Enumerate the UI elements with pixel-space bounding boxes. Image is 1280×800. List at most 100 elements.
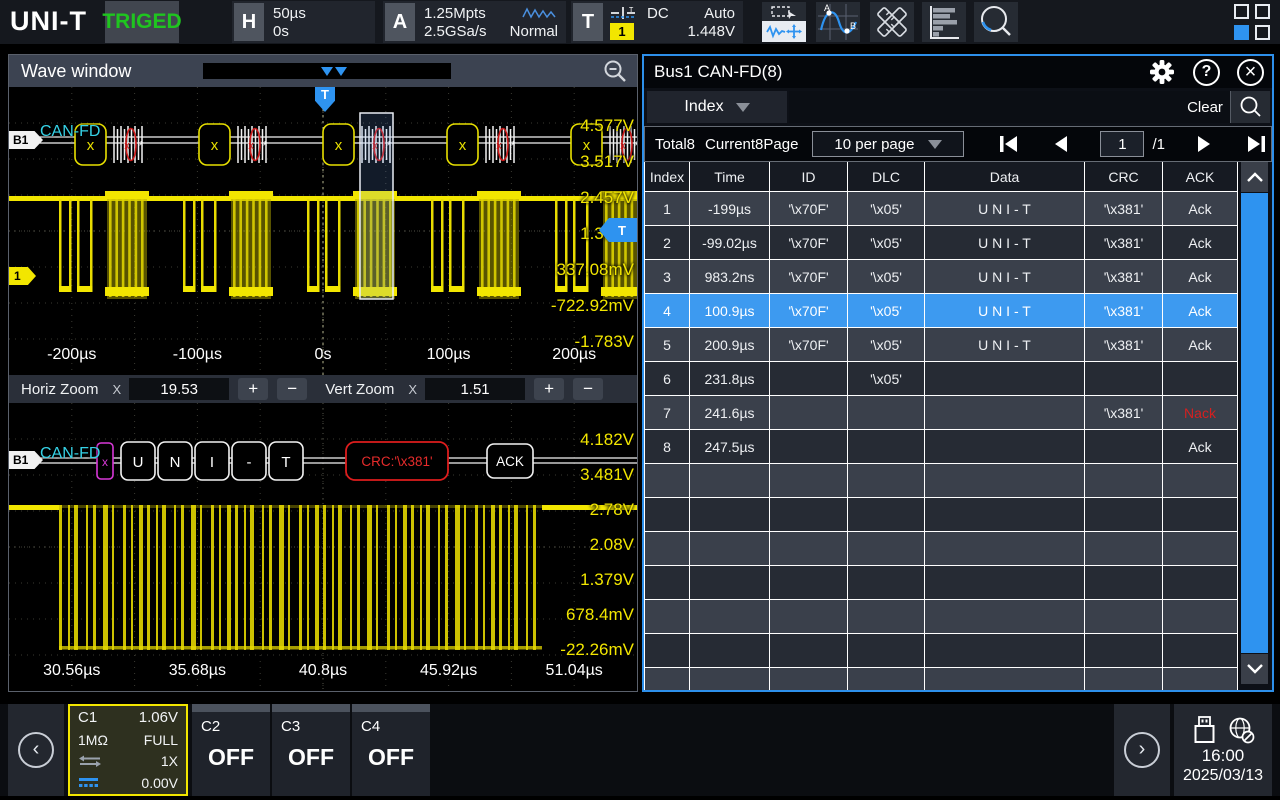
table-row[interactable]: [644, 600, 1238, 634]
table-cell: [770, 430, 848, 464]
table-cell: [690, 600, 770, 634]
scrollbar-thumb[interactable]: [1241, 193, 1268, 653]
table-cell: [1163, 362, 1238, 396]
memory-depth-value: 1.25Mpts: [424, 5, 486, 22]
last-page-button[interactable]: [1245, 134, 1267, 154]
horiz-zoom-plus-button[interactable]: +: [238, 378, 268, 400]
system-status-panel[interactable]: 16:00 2025/03/13: [1174, 704, 1272, 796]
channel-off-label: OFF: [352, 744, 430, 771]
table-row[interactable]: [644, 464, 1238, 498]
table-row[interactable]: [644, 634, 1238, 668]
time-label: 51.04µs: [526, 662, 622, 680]
table-row[interactable]: 6231.8µs'\x05': [644, 362, 1238, 396]
clear-button[interactable]: Clear: [1180, 91, 1230, 123]
vert-zoom-minus-button[interactable]: −: [573, 378, 603, 400]
scroll-channels-left-button[interactable]: ‹: [8, 704, 64, 796]
window-layout-button[interactable]: [1234, 4, 1270, 40]
dc-coupling-icon: [78, 777, 100, 788]
table-cell: 231.8µs: [690, 362, 770, 396]
vert-zoom-value[interactable]: 1.51: [425, 378, 525, 400]
horiz-zoom-minus-button[interactable]: −: [277, 378, 307, 400]
horizontal-position-bar[interactable]: [203, 63, 451, 79]
channel-card-c4[interactable]: C4OFF: [352, 704, 430, 796]
channel-bandwidth: FULL: [144, 732, 178, 748]
table-cell: [925, 430, 1085, 464]
page-number-input[interactable]: 1: [1100, 131, 1144, 157]
svg-text:*: *: [634, 138, 637, 153]
magnifier-icon: [974, 2, 1018, 42]
select-pan-tool-button[interactable]: [762, 2, 806, 42]
prev-page-button[interactable]: [1052, 134, 1070, 154]
first-page-button[interactable]: [998, 134, 1020, 154]
table-row[interactable]: 5200.9µs'\x70F''\x05'U N I - T'\x381'Ack: [644, 328, 1238, 362]
waveform-zoom[interactable]: xUNI-TCRC:'\x381'ACK B1 CAN-FD 4.182V3.4…: [9, 403, 637, 691]
close-icon[interactable]: ×: [1237, 59, 1264, 86]
usb-icon: [1191, 715, 1217, 745]
trigger-settings[interactable]: T T 1 DC Auto 1.448V: [571, 1, 743, 43]
table-cell: '\x381': [1085, 294, 1163, 328]
next-page-button[interactable]: [1195, 134, 1213, 154]
decode-table: IndexTimeIDDLCDataCRCACK1-199µs'\x70F''\…: [644, 162, 1272, 690]
table-row[interactable]: 7241.6µs'\x381'Nack: [644, 396, 1238, 430]
trigger-type-icon: T: [609, 5, 637, 21]
acquire-settings[interactable]: A 1.25Mpts 2.5GSa/s Normal: [383, 1, 566, 43]
scroll-up-button[interactable]: [1241, 162, 1268, 192]
table-row[interactable]: 3983.2ns'\x70F''\x05'U N I - T'\x381'Ack: [644, 260, 1238, 294]
table-row[interactable]: [644, 566, 1238, 600]
channel1-card[interactable]: C1 1.06V 1MΩ FULL 1X 0.00V: [68, 704, 188, 796]
scroll-down-button[interactable]: [1241, 654, 1268, 684]
voltage-label: 2.78V: [514, 500, 634, 520]
table-cell: 983.2ns: [690, 260, 770, 294]
horiz-zoom-value[interactable]: 19.53: [129, 378, 229, 400]
vert-zoom-plus-button[interactable]: +: [534, 378, 564, 400]
table-row[interactable]: 2-99.02µs'\x70F''\x05'U N I - T'\x381'Ac…: [644, 226, 1238, 260]
trigger-sweep-value: Auto: [704, 5, 735, 22]
channel-card-c3[interactable]: C3OFF: [272, 704, 350, 796]
table-cell: [644, 498, 690, 532]
current-page-info: Current8Page: [705, 136, 798, 153]
table-cell: 4: [644, 294, 690, 328]
search-input[interactable]: [789, 91, 1180, 123]
table-cell: Nack: [1163, 396, 1238, 430]
histogram-button[interactable]: [922, 2, 966, 42]
layout-square-icon: [1255, 4, 1270, 19]
table-row[interactable]: 1-199µs'\x70F''\x05'U N I - T'\x381'Ack: [644, 192, 1238, 226]
table-cell: [1163, 532, 1238, 566]
voltage-label: 4.182V: [514, 430, 634, 450]
svg-text:A: A: [824, 3, 830, 13]
help-icon[interactable]: ?: [1193, 59, 1220, 86]
gear-icon[interactable]: [1148, 58, 1176, 86]
table-row[interactable]: 4100.9µs'\x70F''\x05'U N I - T'\x381'Ack: [644, 294, 1238, 328]
search-button[interactable]: [1230, 91, 1270, 123]
time-label: 40.8µs: [275, 662, 371, 680]
table-row[interactable]: 8247.5µsAck: [644, 430, 1238, 464]
table-cell: [644, 532, 690, 566]
voltage-label: 2.08V: [514, 535, 634, 555]
table-cell: [925, 498, 1085, 532]
table-cell: [848, 498, 925, 532]
zoom-out-icon[interactable]: [603, 59, 629, 85]
total-count: Total8: [655, 136, 695, 153]
per-page-dropdown[interactable]: 10 per page: [812, 131, 964, 157]
table-row[interactable]: [644, 668, 1238, 690]
table-cell: Ack: [1163, 260, 1238, 294]
scroll-channels-right-button[interactable]: ›: [1114, 704, 1170, 796]
table-cell: [848, 396, 925, 430]
table-row[interactable]: [644, 498, 1238, 532]
measure-button[interactable]: [870, 2, 914, 42]
table-row[interactable]: [644, 532, 1238, 566]
channel-card-c2[interactable]: C2OFF: [192, 704, 270, 796]
ab-cursor-button[interactable]: A B: [816, 2, 860, 42]
card-header-strip: [352, 704, 430, 712]
column-header: CRC: [1085, 162, 1163, 192]
filter-field-dropdown[interactable]: Index: [647, 91, 787, 123]
layout-square-icon: [1255, 25, 1270, 40]
waveform-main[interactable]: xx*xx*xx*xx*xx* T B1 CAN-FD 1 4.577V3.51…: [9, 87, 637, 375]
prev-page-icon: [1052, 134, 1070, 154]
wave-window-panel: Wave window xx*xx*xx*xx*xx* T B1 CAN-FD …: [8, 54, 638, 692]
horizontal-settings[interactable]: H 50µs 0s: [232, 1, 375, 43]
trigger-coupling-value: DC: [647, 5, 669, 22]
svg-text:x: x: [496, 140, 502, 152]
search-tool-button[interactable]: [974, 2, 1018, 42]
bus-panel-header: Bus1 CAN-FD(8) ? ×: [644, 56, 1272, 88]
